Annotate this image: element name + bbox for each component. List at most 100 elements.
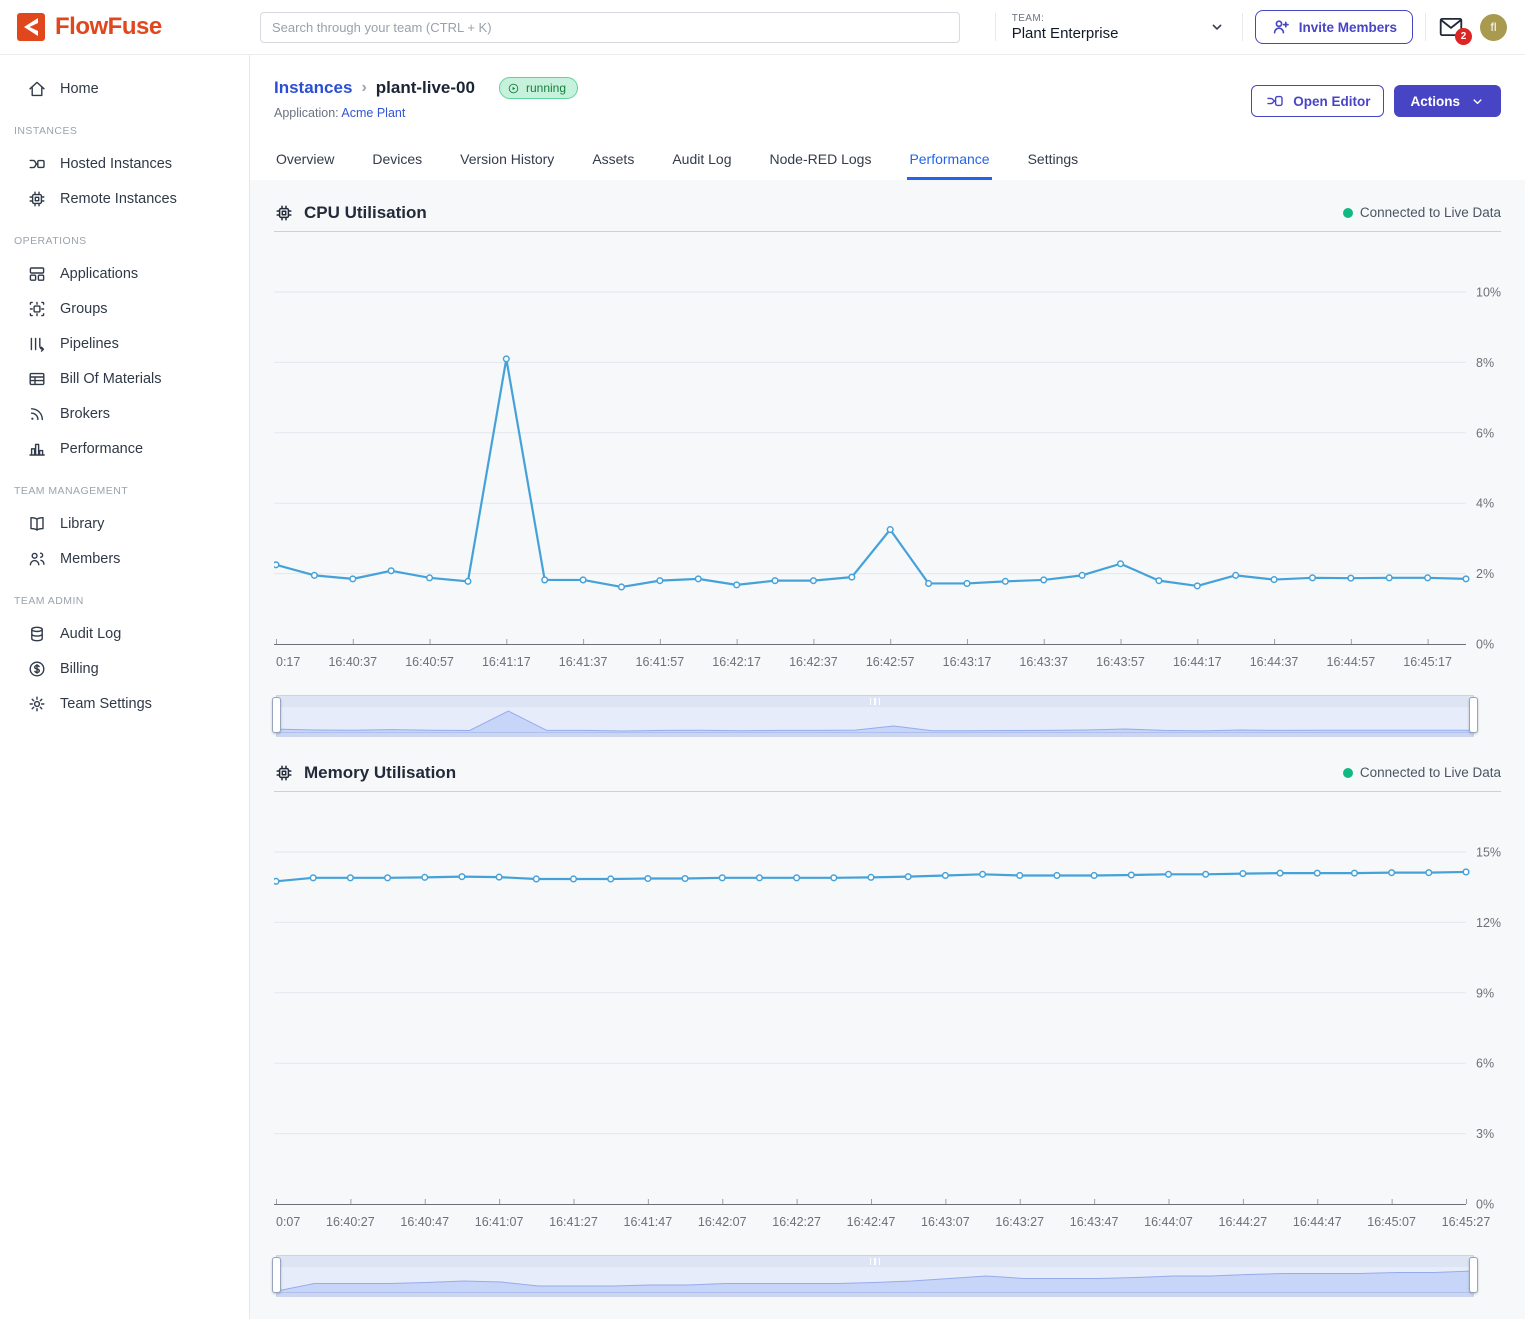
data-point-marker [1310,575,1316,581]
x-axis-tick-label: 16:44:07 [1144,1215,1193,1229]
data-point-marker [580,577,586,583]
tab-node-red-logs[interactable]: Node-RED Logs [768,141,874,180]
sidebar-item-members[interactable]: Members [0,541,249,576]
data-point-marker [1054,873,1060,879]
live-dot-icon [1343,768,1353,778]
running-icon [507,82,520,95]
memory-zoom-handle-right[interactable] [1469,1257,1478,1293]
application-link[interactable]: Acme Plant [341,106,405,120]
sidebar-item-groups[interactable]: Groups [0,291,249,326]
y-axis-tick-label: 6% [1476,1057,1494,1071]
live-dot-icon [1343,208,1353,218]
data-point-marker [496,874,502,880]
memory-zoom-preview [277,1267,1472,1293]
data-point-marker [849,574,855,580]
sidebar-item-remote-instances[interactable]: Remote Instances [0,181,249,216]
data-point-marker [312,573,318,579]
sidebar-item-library[interactable]: Library [0,506,249,541]
sidebar-section-team-admin: TEAM ADMIN [0,576,249,616]
sidebar-item-bill-of-materials[interactable]: Bill Of Materials [0,361,249,396]
sidebar-item-applications[interactable]: Applications [0,256,249,291]
pipelines-icon [27,334,47,354]
actions-button[interactable]: Actions [1394,85,1501,117]
y-axis-tick-label: 2% [1476,567,1494,581]
notifications-button[interactable]: 2 [1438,16,1464,38]
sidebar-item-brokers[interactable]: Brokers [0,396,249,431]
tab-audit-log[interactable]: Audit Log [670,141,733,180]
data-point-marker [695,576,701,582]
breadcrumb-instances-link[interactable]: Instances [274,78,352,98]
sidebar: Home INSTANCES Hosted Instances Remote I… [0,55,250,1319]
memory-zoom-grip[interactable] [277,1256,1473,1267]
sidebar-item-label: Pipelines [60,336,119,352]
cpu-zoom-handle-left[interactable] [272,697,281,733]
data-point-marker [1348,575,1354,581]
chevron-down-icon [1470,94,1485,109]
invite-members-button[interactable]: Invite Members [1255,10,1413,44]
memory-zoom-slider[interactable] [276,1255,1474,1297]
data-point-marker [757,875,763,881]
memory-live-status: Connected to Live Data [1343,765,1501,780]
main-content: Instances › plant-live-00 running Applic… [250,55,1525,1319]
data-point-marker [1079,573,1085,579]
audit-log-icon [27,624,47,644]
data-point-marker [1389,870,1395,876]
open-editor-button[interactable]: Open Editor [1251,85,1384,117]
sidebar-item-hosted-instances[interactable]: Hosted Instances [0,146,249,181]
team-selector[interactable]: TEAM: Plant Enterprise [1008,11,1230,44]
y-axis-tick-label: 8% [1476,356,1494,370]
sidebar-item-home[interactable]: Home [0,71,249,106]
tab-performance[interactable]: Performance [907,141,991,180]
instance-tabs: Overview Devices Version History Assets … [274,141,1501,180]
flowfuse-logo[interactable]: FlowFuse [16,12,248,42]
data-point-marker [1352,870,1358,876]
cpu-zoom-handle-right[interactable] [1469,697,1478,733]
data-point-marker [905,874,911,880]
tab-settings[interactable]: Settings [1026,141,1081,180]
team-name: Plant Enterprise [1012,25,1119,42]
bill-of-materials-icon [27,369,47,389]
data-point-marker [1314,870,1320,876]
y-axis-tick-label: 3% [1476,1127,1494,1141]
data-point-marker [1463,869,1469,875]
data-point-marker [1041,577,1047,583]
tab-devices[interactable]: Devices [370,141,424,180]
chevron-down-icon [1208,18,1226,36]
logo-text: FlowFuse [55,13,162,41]
x-axis-tick-label: 16:40:47 [400,1215,449,1229]
flowfuse-logo-icon [16,12,46,42]
search-input[interactable] [260,12,960,43]
cpu-zoom-slider[interactable] [276,695,1474,737]
data-point-marker [980,871,986,877]
cpu-chip-icon [274,203,294,223]
avatar[interactable]: fl [1480,14,1507,41]
tab-assets[interactable]: Assets [590,141,636,180]
x-axis-tick-label: 16:42:27 [772,1215,821,1229]
sidebar-item-label: Members [60,551,120,567]
data-point-marker [350,576,356,582]
tab-overview[interactable]: Overview [274,141,336,180]
memory-zoom-handle-left[interactable] [272,1257,281,1293]
memory-live-status-label: Connected to Live Data [1360,765,1501,780]
x-axis-tick-label: 16:41:27 [549,1215,598,1229]
tab-version-history[interactable]: Version History [458,141,556,180]
sidebar-item-pipelines[interactable]: Pipelines [0,326,249,361]
x-axis-tick-label: 16:44:17 [1173,655,1222,669]
sidebar-item-label: Groups [60,301,108,317]
sidebar-item-audit-log[interactable]: Audit Log [0,616,249,651]
y-axis-tick-label: 0% [1476,1198,1494,1212]
sidebar-item-billing[interactable]: Billing [0,651,249,686]
data-point-marker [422,875,428,881]
sidebar-item-label: Audit Log [60,626,121,642]
breadcrumb-separator: › [361,79,366,97]
sidebar-item-performance[interactable]: Performance [0,431,249,466]
data-point-marker [310,875,316,881]
data-point-marker [1271,577,1277,583]
x-axis-tick-label: 16:44:37 [1250,655,1299,669]
divider [995,13,996,41]
cpu-zoom-grip[interactable] [277,696,1473,707]
sidebar-item-team-settings[interactable]: Team Settings [0,686,249,721]
x-axis-tick-label: 16:45:17 [1403,655,1452,669]
divider [1242,13,1243,41]
divider [1425,13,1426,41]
